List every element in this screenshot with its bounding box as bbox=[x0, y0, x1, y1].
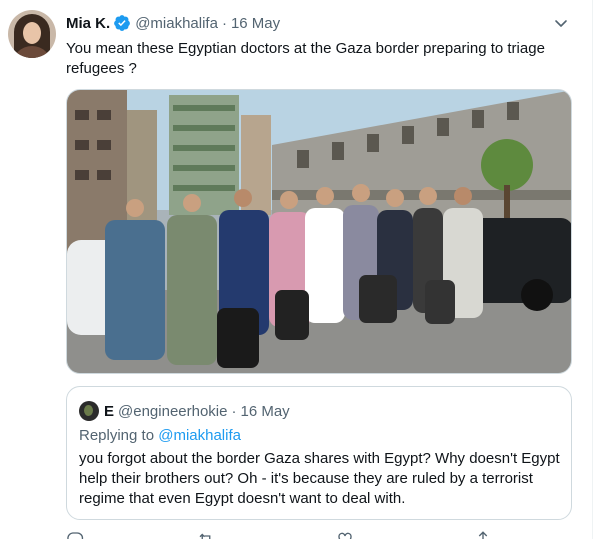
author-name[interactable]: Mia K. bbox=[66, 15, 110, 32]
quoted-tweet-text: you forgot about the border Gaza shares … bbox=[79, 450, 560, 507]
quoted-avatar bbox=[79, 401, 99, 421]
retweet-icon[interactable] bbox=[197, 530, 215, 539]
replying-to: Replying to @miakhalifa bbox=[79, 427, 241, 444]
quoted-author-name: E bbox=[104, 402, 115, 420]
tweet[interactable]: Mia K. @miakhalifa · 16 May You mean the… bbox=[0, 0, 593, 539]
avatar[interactable] bbox=[8, 10, 56, 58]
chevron-down-icon[interactable] bbox=[550, 12, 572, 34]
replying-to-mention[interactable]: @miakhalifa bbox=[158, 427, 241, 444]
tweet-actions bbox=[66, 530, 506, 539]
share-icon[interactable] bbox=[474, 530, 492, 539]
like-icon[interactable] bbox=[336, 530, 354, 539]
verified-badge-icon bbox=[113, 14, 131, 32]
quoted-tweet-date: 16 May bbox=[240, 402, 290, 420]
quoted-tweet-header: E @engineerhokie · 16 May bbox=[79, 401, 290, 421]
reply-icon[interactable] bbox=[66, 530, 84, 539]
author-handle[interactable]: @miakhalifa bbox=[135, 15, 218, 32]
quoted-tweet[interactable]: E @engineerhokie · 16 May Replying to @m… bbox=[66, 386, 572, 520]
tweet-header: Mia K. @miakhalifa · 16 May bbox=[66, 13, 280, 33]
tweet-text: You mean these Egyptian doctors at the G… bbox=[66, 40, 545, 77]
tweet-date[interactable]: 16 May bbox=[231, 15, 280, 32]
quoted-author-handle: @engineerhokie bbox=[118, 402, 228, 420]
separator-dot: · bbox=[221, 14, 227, 32]
quoted-separator-dot: · bbox=[231, 402, 237, 420]
tweet-photo[interactable] bbox=[66, 89, 572, 374]
replying-to-label: Replying to bbox=[79, 427, 159, 444]
